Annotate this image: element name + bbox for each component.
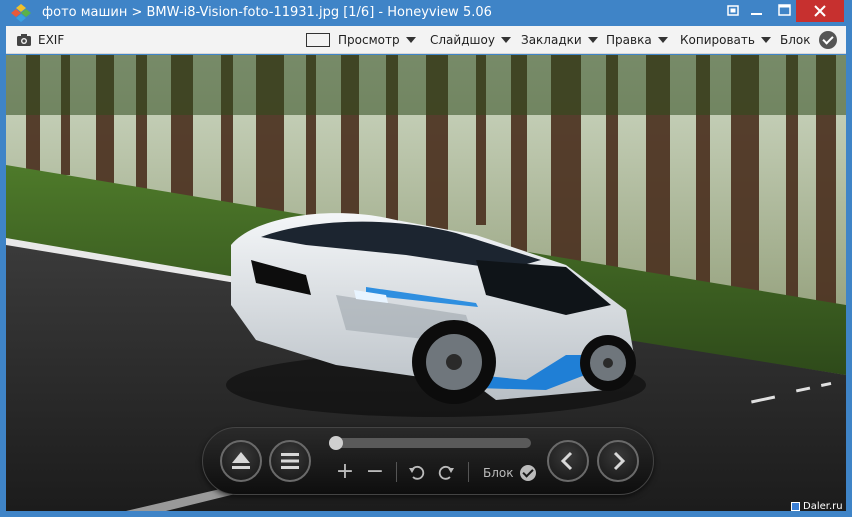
divider — [468, 462, 469, 482]
title-bar[interactable]: фото машин > BMW-i8-Vision-foto-11931.jp… — [0, 0, 852, 26]
chevron-left-icon — [560, 451, 573, 471]
copy-menu-label: Копировать — [680, 32, 755, 47]
view-menu-label: Просмотр — [338, 32, 400, 47]
watermark: Daler.ru — [791, 501, 843, 511]
zoom-out-icon[interactable]: − — [365, 461, 385, 483]
honeyview-logo-icon — [11, 4, 31, 22]
exif-button[interactable]: EXIF — [16, 26, 64, 53]
toolbar: EXIF Просмотр Слайдшоу Закладки Правка К… — [6, 26, 846, 54]
image-viewer[interactable]: Daler.ru + − Блок — [6, 55, 846, 511]
check-circle-icon — [818, 30, 837, 49]
next-button[interactable] — [597, 440, 639, 482]
rotate-left-icon[interactable] — [406, 462, 426, 482]
chevron-down-icon — [657, 36, 668, 43]
camera-icon — [17, 33, 31, 46]
position-slider[interactable] — [329, 436, 531, 450]
chevron-down-icon — [587, 36, 598, 43]
slider-handle[interactable] — [329, 436, 343, 450]
check-circle-icon — [519, 465, 536, 481]
hamburger-icon — [281, 453, 299, 469]
exif-label: EXIF — [38, 32, 65, 47]
fit-screen-icon — [306, 32, 330, 47]
bookmarks-menu-label: Закладки — [521, 32, 582, 47]
previous-button[interactable] — [547, 440, 589, 482]
app-window: фото машин > BMW-i8-Vision-foto-11931.jp… — [0, 0, 852, 517]
copy-menu[interactable]: Копировать — [680, 26, 771, 53]
zoom-in-icon[interactable]: + — [335, 461, 355, 483]
rotate-right-icon[interactable] — [437, 462, 457, 482]
slideshow-menu-label: Слайдшоу — [430, 32, 495, 47]
monitor-icon — [791, 502, 800, 511]
menu-button[interactable] — [269, 440, 311, 482]
close-icon[interactable] — [796, 0, 844, 22]
block-toggle[interactable]: Блок — [483, 465, 536, 481]
eject-icon — [232, 452, 250, 469]
chevron-down-icon — [760, 36, 771, 43]
slideshow-menu[interactable]: Слайдшоу — [430, 26, 511, 53]
chevron-down-icon — [500, 36, 511, 43]
watermark-text: Daler.ru — [803, 501, 843, 511]
block-label: Блок — [780, 32, 811, 47]
eject-button[interactable] — [220, 440, 262, 482]
control-bar: + − Блок — [202, 427, 654, 495]
chevron-down-icon — [405, 36, 416, 43]
bookmarks-menu[interactable]: Закладки — [521, 26, 598, 53]
view-menu[interactable]: Просмотр — [306, 26, 416, 53]
divider — [396, 462, 397, 482]
chevron-right-icon — [613, 451, 626, 471]
block-button[interactable]: Блок — [780, 26, 837, 53]
window-title: фото машин > BMW-i8-Vision-foto-11931.jp… — [42, 5, 492, 20]
edit-menu[interactable]: Правка — [606, 26, 668, 53]
block-toggle-label: Блок — [483, 466, 514, 480]
edit-menu-label: Правка — [606, 32, 652, 47]
